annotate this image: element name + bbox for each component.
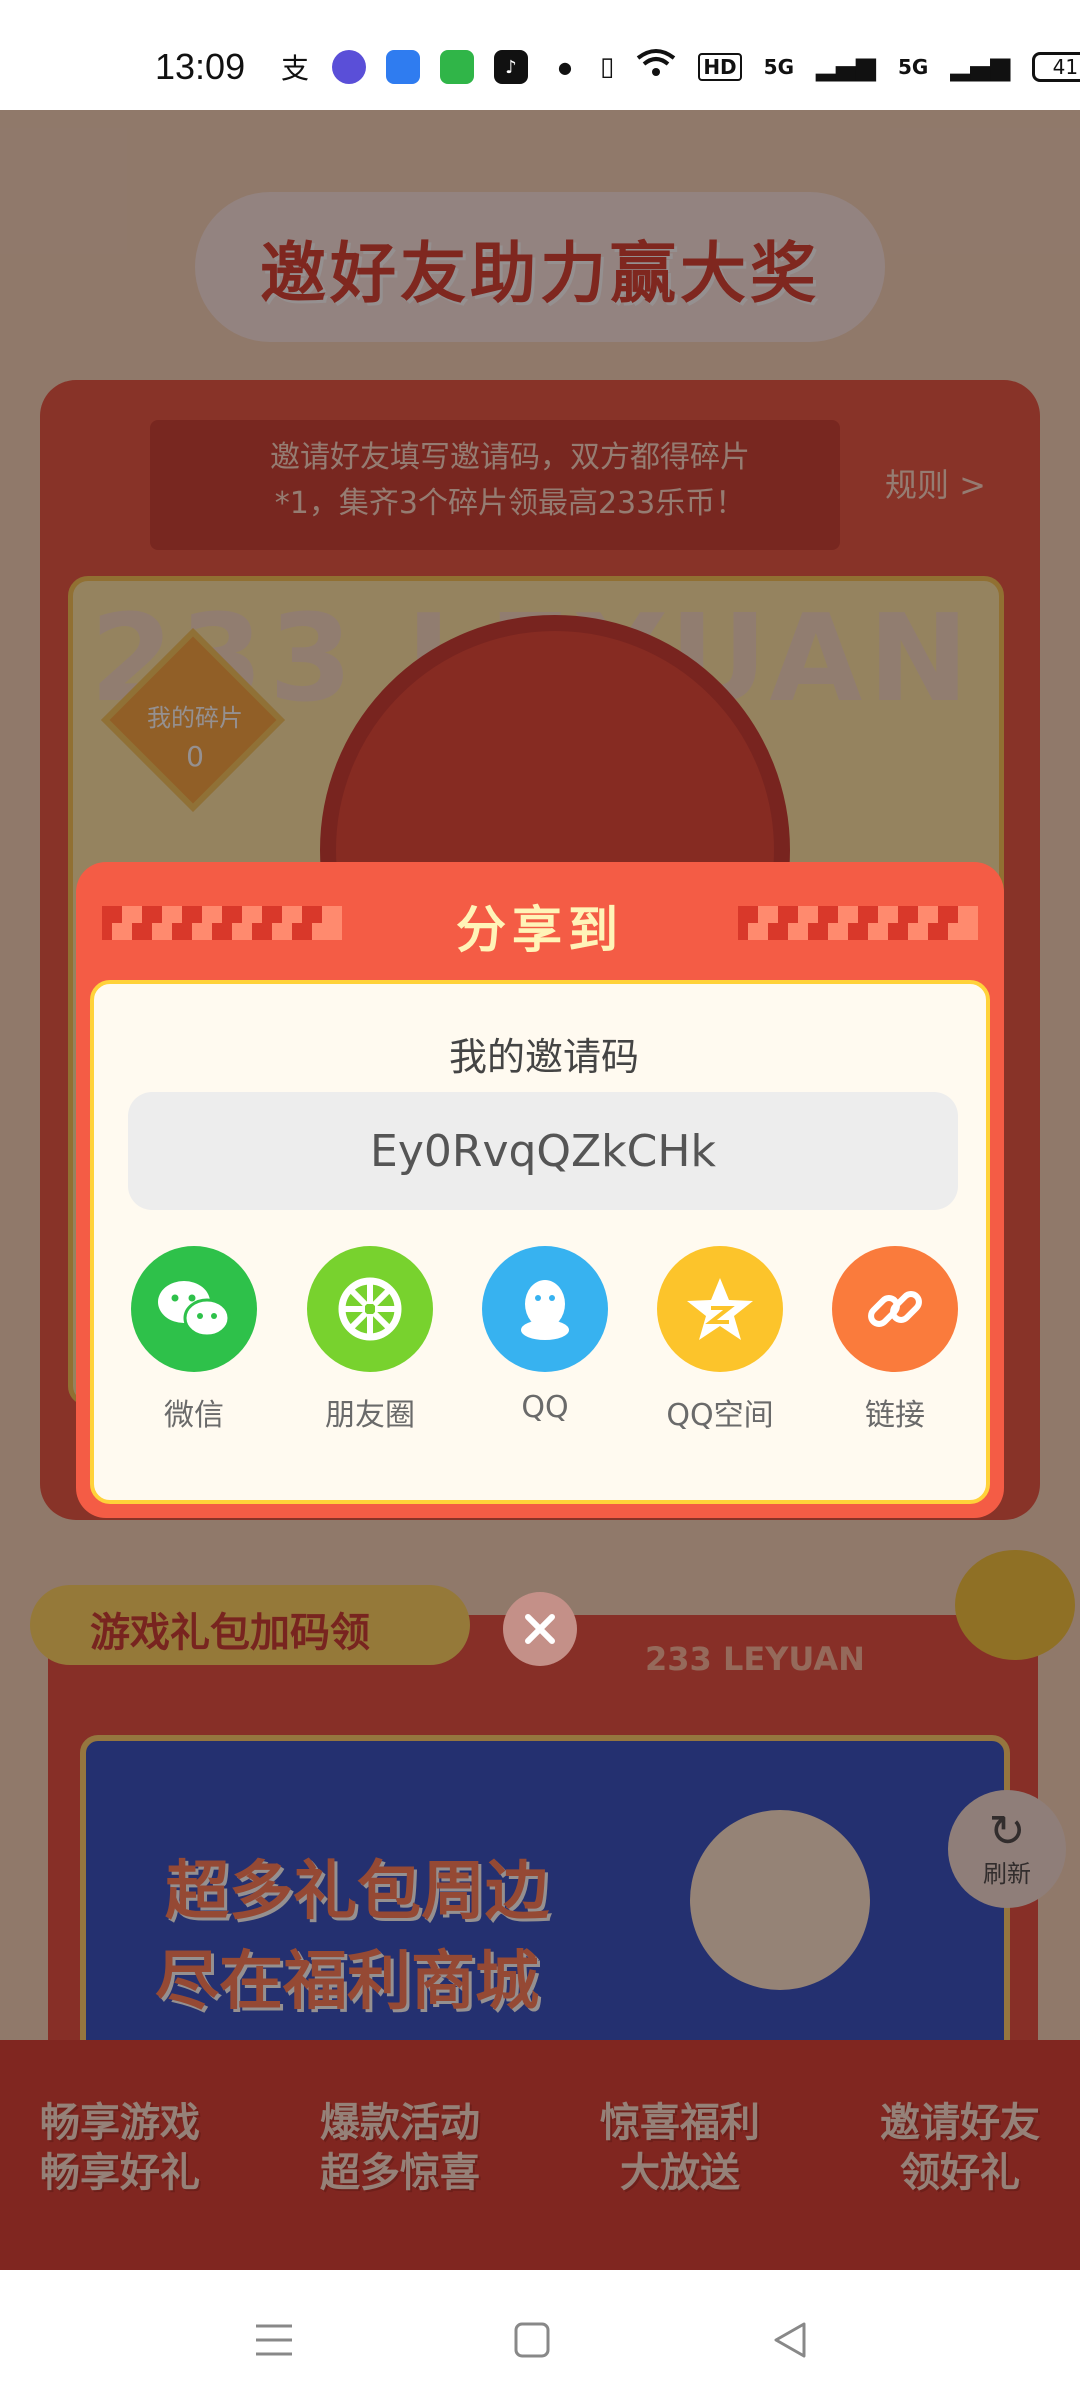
status-time: 13:09 bbox=[155, 46, 246, 87]
link-icon bbox=[832, 1246, 958, 1372]
signal-1-label: 5G bbox=[763, 54, 794, 79]
wifi-icon bbox=[636, 48, 676, 85]
invite-code-label: 我的邀请码 bbox=[448, 1035, 639, 1079]
share-label-link: 链接 bbox=[865, 1398, 925, 1433]
status-right: ▯ HD 5G ▂▄▆ 5G ▂▄▆ 41 ϟ bbox=[600, 48, 1080, 85]
share-dialog: 分享到 我的邀请码 Ey0RvqQZkCHk 微信 朋友圈 QQ QQ空间 链接 bbox=[76, 862, 1004, 1518]
signal-2-icon: ▂▄▆ bbox=[950, 51, 1011, 82]
app-circle-icon bbox=[332, 50, 366, 84]
tiktok-icon: ♪ bbox=[494, 50, 528, 84]
moments-icon bbox=[307, 1246, 433, 1372]
hd-badge: HD bbox=[698, 52, 742, 81]
close-icon bbox=[525, 1614, 555, 1644]
vibrate-icon: ▯ bbox=[600, 51, 615, 82]
signal-2-label: 5G bbox=[898, 54, 929, 79]
share-qq[interactable]: QQ bbox=[457, 1246, 633, 1425]
dialog-title: 分享到 bbox=[456, 901, 624, 959]
share-moments[interactable]: 朋友圈 bbox=[282, 1246, 458, 1434]
dialog-body: 我的邀请码 Ey0RvqQZkCHk 微信 朋友圈 QQ QQ空间 链接 bbox=[90, 980, 990, 1504]
iqiyi-icon bbox=[440, 50, 474, 84]
share-wechat[interactable]: 微信 bbox=[106, 1246, 282, 1434]
status-bar: 13:09 支 ♪ ● ▯ HD 5G ▂▄▆ 5G ▂▄▆ 41 ϟ bbox=[0, 0, 1080, 110]
battery-level: 41 bbox=[1052, 54, 1079, 79]
notification-icons: 支 ♪ ● bbox=[278, 50, 582, 85]
home-icon[interactable] bbox=[502, 2310, 562, 2370]
close-dialog-button[interactable] bbox=[503, 1592, 577, 1666]
screen: 13:09 支 ♪ ● ▯ HD 5G ▂▄▆ 5G ▂▄▆ 41 ϟ 邀好友助… bbox=[0, 0, 1080, 2400]
wechat-icon bbox=[131, 1246, 257, 1372]
share-label-qq: QQ bbox=[521, 1390, 569, 1425]
qq-icon bbox=[482, 1246, 608, 1372]
share-label-moments: 朋友圈 bbox=[325, 1398, 415, 1433]
signal-1-icon: ▂▄▆ bbox=[816, 51, 876, 82]
share-label-wechat: 微信 bbox=[164, 1398, 224, 1433]
menu-icon[interactable] bbox=[244, 2310, 304, 2370]
alipay-icon: 支 bbox=[280, 52, 309, 85]
share-label-qzone: QQ空间 bbox=[666, 1398, 774, 1433]
system-nav-bar bbox=[0, 2270, 1080, 2400]
share-targets: 微信 朋友圈 QQ QQ空间 链接 bbox=[94, 1246, 994, 1446]
battery-icon: 41 bbox=[1032, 51, 1080, 82]
back-icon[interactable] bbox=[760, 2310, 820, 2370]
qzone-icon bbox=[657, 1246, 783, 1372]
share-link[interactable]: 链接 bbox=[807, 1246, 983, 1434]
dot-icon: ● bbox=[558, 57, 572, 77]
app-square-icon bbox=[386, 50, 420, 84]
invite-code-box[interactable]: Ey0RvqQZkCHk bbox=[128, 1092, 958, 1210]
share-qzone[interactable]: QQ空间 bbox=[632, 1246, 808, 1434]
